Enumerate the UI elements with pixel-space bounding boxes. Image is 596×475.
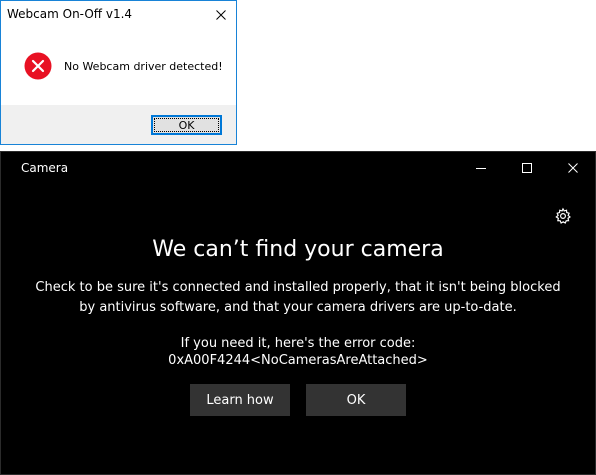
dialog-close-button[interactable]	[206, 1, 236, 29]
close-icon	[216, 10, 226, 20]
error-code-label: If you need it, here's the error code:	[180, 336, 416, 351]
dialog-titlebar[interactable]: Webcam On-Off v1.4	[1, 1, 236, 29]
gear-icon[interactable]	[554, 207, 572, 225]
dialog-title: Webcam On-Off v1.4	[7, 7, 133, 21]
camera-error-headline: We can’t find your camera	[152, 237, 444, 262]
camera-error-description: Check to be sure it's connected and inst…	[1, 278, 595, 318]
dialog-content: No Webcam driver detected!	[1, 29, 236, 105]
maximize-icon	[522, 163, 532, 173]
learn-how-button[interactable]: Learn how	[190, 384, 290, 416]
camera-app-window: Camera We can’t find your camera Check t…	[0, 151, 596, 475]
camera-ok-button[interactable]: OK	[306, 384, 406, 416]
maximize-button[interactable]	[504, 152, 550, 184]
camera-titlebar[interactable]: Camera	[1, 152, 595, 186]
close-icon	[568, 163, 578, 173]
dialog-ok-button[interactable]: OK	[151, 115, 222, 135]
close-button[interactable]	[550, 152, 596, 184]
minimize-button[interactable]	[458, 152, 504, 184]
description-line-1: Check to be sure it's connected and inst…	[35, 280, 561, 295]
dialog-footer: OK	[1, 105, 236, 144]
minimize-icon	[476, 168, 486, 169]
description-line-2: by antivirus software, and that your cam…	[79, 300, 517, 315]
error-icon	[24, 52, 52, 80]
webcam-onoff-dialog: Webcam On-Off v1.4 No Webcam driver dete…	[0, 0, 237, 145]
dialog-message: No Webcam driver detected!	[64, 60, 223, 73]
camera-app-title: Camera	[21, 161, 69, 175]
error-code: 0xA00F4244<NoCamerasAreAttached>	[168, 353, 428, 368]
